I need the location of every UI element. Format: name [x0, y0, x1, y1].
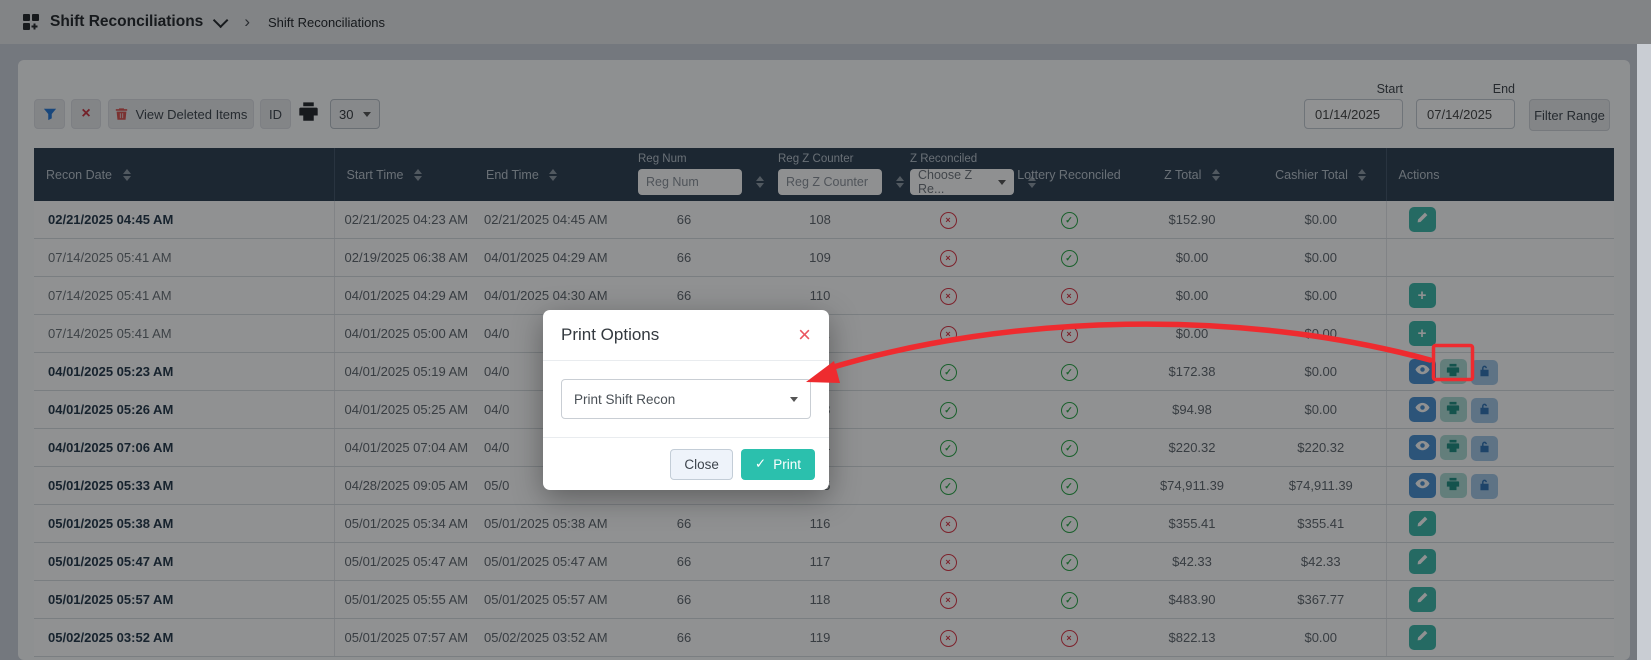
check-icon: ✓ — [754, 456, 767, 471]
print-options-modal: Print Options × Print Shift Recon Close … — [543, 310, 829, 490]
app-root: Shift Reconciliations › Shift Reconcilia… — [0, 0, 1651, 660]
print-type-value: Print Shift Recon — [574, 391, 676, 407]
modal-title: Print Options — [561, 325, 660, 344]
modal-header: Print Options × — [543, 310, 829, 361]
print-button[interactable]: ✓ Print — [740, 448, 815, 480]
modal-footer: Close ✓ Print — [543, 438, 829, 490]
close-button[interactable]: Close — [670, 448, 733, 480]
vertical-scrollbar[interactable] — [1637, 44, 1651, 660]
caret-down-icon — [790, 396, 798, 402]
modal-body: Print Shift Recon — [543, 361, 829, 438]
close-icon[interactable]: × — [798, 324, 811, 346]
print-type-select[interactable]: Print Shift Recon — [561, 379, 811, 419]
